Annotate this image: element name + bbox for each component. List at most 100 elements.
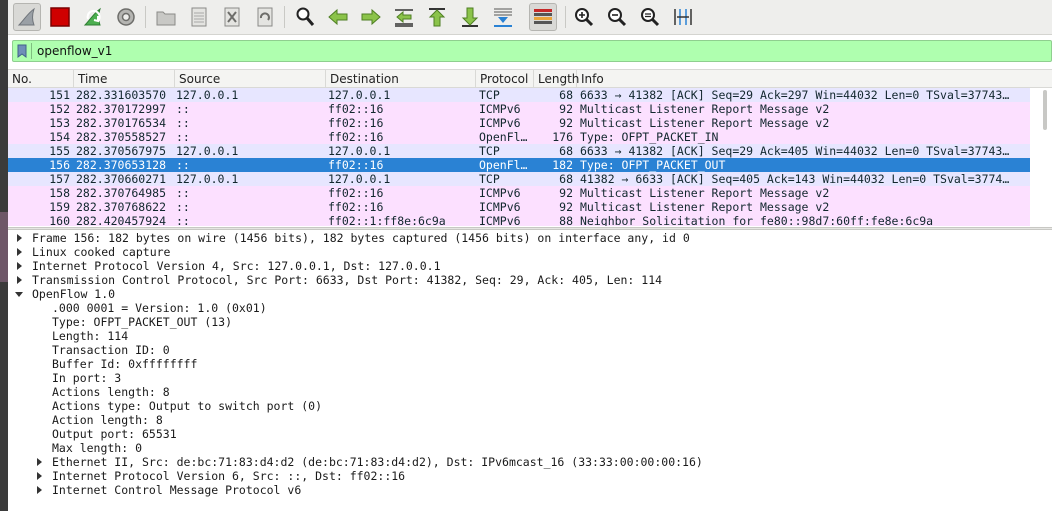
find-packet-button[interactable]	[291, 3, 319, 31]
table-row-selected[interactable]: 156 282.370653128:: ff02::16 OpenFl… 182 Type…	[8, 158, 1030, 172]
expand-arrow-right-icon[interactable]	[14, 259, 24, 273]
expand-arrow-right-icon[interactable]	[34, 469, 44, 483]
zoom-normal-icon	[641, 8, 660, 27]
detail-tree-item[interactable]: Buffer Id: 0xffffffff	[52, 357, 197, 371]
zoom-out-button[interactable]	[603, 3, 631, 31]
restart-capture-button[interactable]	[79, 3, 107, 31]
table-row[interactable]: 160 282.420457924:: ff02::1:ff8e:6c9a ICMPv…	[8, 214, 1030, 226]
reload-file-button[interactable]	[251, 3, 279, 31]
column-header-protocol[interactable]: Protocol	[476, 70, 534, 88]
detail-tree-item[interactable]: Ethernet II, Src: de:bc:71:83:d4:d2 (de:…	[52, 455, 703, 469]
resize-columns-icon	[674, 9, 692, 25]
table-row[interactable]: 152 282.370172997:: ff02::16 ICMPv6 92 Multic…	[8, 102, 1030, 116]
autoscroll-button[interactable]	[489, 3, 517, 31]
cell-len: 92	[559, 200, 573, 214]
table-row[interactable]: 155 282.370567975 127.0.0.1 127.0.0.1 TCP 68 6…	[8, 144, 1030, 158]
expand-arrow-down-icon[interactable]	[14, 287, 24, 301]
cell-src: 127.0.0.1	[176, 144, 239, 158]
table-row[interactable]: 151 282.331603570 127.0.0.1 127.0.0.1 TCP 68 6…	[8, 88, 1030, 102]
expand-arrow-right-icon[interactable]	[14, 273, 24, 287]
cell-proto: TCP	[479, 88, 500, 102]
detail-tree-item[interactable]: Actions length: 8	[52, 385, 170, 399]
packet-list-scrollbar[interactable]	[1040, 88, 1050, 226]
capture-options-button[interactable]	[112, 3, 140, 31]
detail-tree-item[interactable]: Frame 156: 182 bytes on wire (1456 bits)…	[32, 231, 690, 245]
stop-capture-button[interactable]	[46, 3, 74, 31]
main-toolbar	[8, 0, 1052, 35]
first-packet-button[interactable]	[423, 3, 451, 31]
table-row[interactable]: 154 282.370558527:: ff02::16 OpenFl… 176 Type…	[8, 130, 1030, 144]
cell-src: ::	[176, 102, 190, 116]
detail-tree-item[interactable]: Transaction ID: 0	[52, 343, 170, 357]
detail-tree-item[interactable]: Linux cooked capture	[32, 245, 170, 259]
column-header-info[interactable]: Info	[577, 70, 1052, 88]
detail-tree-item[interactable]: Action length: 8	[52, 413, 163, 427]
detail-tree-item[interactable]: Transmission Control Protocol, Src Port:…	[32, 273, 662, 287]
cell-dst: 127.0.0.1	[328, 172, 391, 186]
expand-arrow-right-icon[interactable]	[34, 483, 44, 497]
zoom-in-button[interactable]	[570, 3, 598, 31]
cell-time: 282.331603570	[76, 88, 167, 102]
detail-tree-item[interactable]: Length: 114	[52, 329, 128, 343]
zoom-normal-button[interactable]	[636, 3, 664, 31]
packet-details-pane: Frame 156: 182 bytes on wire (1456 bits)…	[8, 230, 1052, 511]
detail-tree-item[interactable]: .000 0001 = Version: 1.0 (0x01)	[52, 301, 267, 315]
save-file-button[interactable]	[185, 3, 213, 31]
detail-tree-item[interactable]: Type: OFPT_PACKET_OUT (13)	[52, 315, 232, 329]
cell-info: Multicast Listener Report Message v2	[580, 186, 830, 200]
expand-arrow-right-icon[interactable]	[14, 245, 24, 259]
detail-tree-item[interactable]: Output port: 65531	[52, 427, 177, 441]
restart-capture-icon	[83, 7, 101, 26]
cell-no: 153	[49, 116, 70, 130]
detail-tree-item[interactable]: Max length: 0	[52, 441, 142, 455]
start-capture-button[interactable]	[13, 3, 41, 31]
table-row[interactable]: 157 282.370660271 127.0.0.1 127.0.0.1 TCP 68 4…	[8, 172, 1030, 186]
cell-no: 159	[49, 200, 70, 214]
cell-time: 282.370764985	[76, 186, 167, 200]
detail-tree-item[interactable]: Internet Protocol Version 4, Src: 127.0.…	[32, 259, 441, 273]
go-back-button[interactable]	[324, 3, 352, 31]
detail-tree-item[interactable]: OpenFlow 1.0	[32, 287, 115, 301]
cell-proto: ICMPv6	[479, 102, 521, 116]
detail-tree-item[interactable]: Internet Control Message Protocol v6	[52, 483, 301, 497]
column-header-no[interactable]: No.	[8, 70, 74, 88]
reload-icon	[257, 7, 273, 27]
cell-proto: ICMPv6	[479, 200, 521, 214]
scrollbar-thumb[interactable]	[1043, 90, 1047, 130]
capture-options-icon	[117, 8, 135, 26]
colorize-button[interactable]	[529, 3, 557, 31]
open-file-button[interactable]	[152, 3, 180, 31]
detail-tree-item[interactable]: Internet Protocol Version 6, Src: ::, Ds…	[52, 469, 405, 483]
cell-len: 92	[559, 102, 573, 116]
close-file-button[interactable]	[218, 3, 246, 31]
open-file-icon	[156, 11, 176, 26]
table-row[interactable]: 158 282.370764985:: ff02::16 ICMPv6 92 Multic…	[8, 186, 1030, 200]
bookmark-icon[interactable]	[17, 44, 27, 58]
expand-arrow-right-icon[interactable]	[34, 455, 44, 469]
cell-no: 157	[49, 172, 70, 186]
go-forward-button[interactable]	[357, 3, 385, 31]
column-header-length[interactable]: Length	[534, 70, 579, 88]
cell-dst: ff02::16	[328, 186, 384, 200]
display-filter-input[interactable]: openflow_v1	[12, 40, 1052, 62]
zoom-out-icon	[608, 8, 627, 27]
cell-no: 151	[49, 88, 70, 102]
expand-arrow-right-icon[interactable]	[14, 231, 24, 245]
column-header-destination[interactable]: Destination	[326, 70, 476, 88]
table-row[interactable]: 159 282.370768622:: ff02::16 ICMPv6 92 Multic…	[8, 200, 1030, 214]
shark-fin-icon	[17, 7, 35, 26]
cell-src: ::	[176, 158, 190, 172]
detail-tree-item[interactable]: In port: 3	[52, 371, 121, 385]
cell-len: 68	[559, 88, 573, 102]
go-to-packet-button[interactable]	[390, 3, 418, 31]
column-header-time[interactable]: Time	[74, 70, 175, 88]
column-header-source[interactable]: Source	[175, 70, 326, 88]
resize-columns-button[interactable]	[669, 3, 697, 31]
cell-info: 41382 → 6633 [ACK] Seq=405 Ack=143 Win=4…	[580, 172, 1010, 186]
detail-tree-item[interactable]: Actions type: Output to switch port (0)	[52, 399, 322, 413]
packet-list-header: No. Time Source Destination Protocol Len…	[8, 69, 1052, 88]
table-row[interactable]: 153 282.370176534:: ff02::16 ICMPv6 92 Multic…	[8, 116, 1030, 130]
last-packet-button[interactable]	[456, 3, 484, 31]
stop-icon	[50, 7, 70, 27]
cell-proto: ICMPv6	[479, 214, 521, 226]
